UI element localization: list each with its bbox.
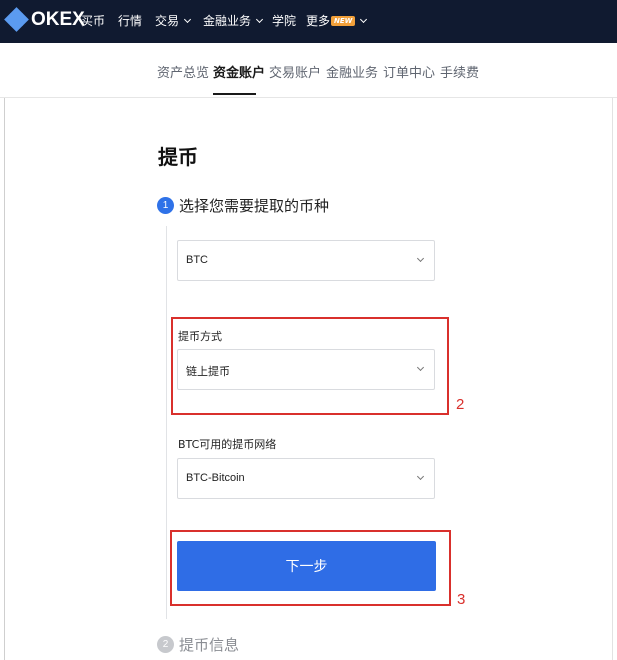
nav-item-finance[interactable]: 金融业务: [203, 12, 264, 29]
chevron-down-icon: [416, 472, 425, 481]
step-1-number: 1: [157, 197, 174, 214]
active-tab-indicator: [213, 93, 256, 95]
nav-item-buy-crypto[interactable]: 买币: [81, 12, 105, 29]
coin-select-value: BTC: [186, 254, 208, 266]
chevron-down-icon: [183, 15, 192, 24]
tab-asset-overview[interactable]: 资产总览: [157, 62, 209, 81]
network-label: BTC可用的提币网络: [178, 438, 277, 451]
tab-finance[interactable]: 金融业务: [326, 62, 378, 81]
tab-funding-account[interactable]: 资金账户: [213, 62, 265, 81]
nav-item-markets[interactable]: 行情: [118, 12, 142, 29]
annotation-box-3: [170, 530, 451, 606]
network-select-value: BTC-Bitcoin: [186, 472, 245, 484]
logo-text: OKEX: [31, 9, 85, 30]
tab-trading-account[interactable]: 交易账户: [269, 62, 321, 81]
step-1: 1 选择您需要提取的币种: [157, 195, 329, 216]
step-2: 2 提币信息: [157, 634, 239, 655]
okex-logo-icon: [4, 7, 29, 32]
okex-logo[interactable]: OKEX: [4, 7, 85, 32]
account-tabs: 资产总览 资金账户 交易账户 金融业务 订单中心 手续费: [0, 43, 617, 98]
top-navigation-bar: OKEX 买币 行情 交易 金融业务 学院 更多 NEW: [0, 0, 617, 43]
chevron-down-icon: [360, 15, 368, 24]
step-2-label: 提币信息: [179, 636, 240, 654]
chevron-down-icon: [255, 15, 264, 24]
coin-select[interactable]: BTC: [177, 240, 435, 281]
new-badge: NEW: [331, 16, 356, 26]
step-2-number: 2: [157, 636, 174, 653]
annotation-number-3: 3: [457, 591, 466, 608]
frame-divider-right: [612, 98, 613, 660]
page-title: 提币: [158, 145, 198, 169]
nav-item-trade[interactable]: 交易: [155, 12, 192, 29]
step-connector-line: [166, 226, 167, 619]
nav-item-academy[interactable]: 学院: [272, 12, 296, 29]
tab-fees[interactable]: 手续费: [440, 62, 479, 81]
annotation-number-2: 2: [456, 396, 465, 413]
step-1-label: 选择您需要提取的币种: [179, 197, 330, 215]
network-select[interactable]: BTC-Bitcoin: [177, 458, 435, 499]
nav-item-more[interactable]: 更多 NEW: [306, 12, 368, 29]
annotation-box-2: [171, 317, 449, 415]
tab-order-center[interactable]: 订单中心: [383, 62, 435, 81]
chevron-down-icon: [416, 254, 425, 263]
frame-divider-left: [4, 98, 5, 660]
